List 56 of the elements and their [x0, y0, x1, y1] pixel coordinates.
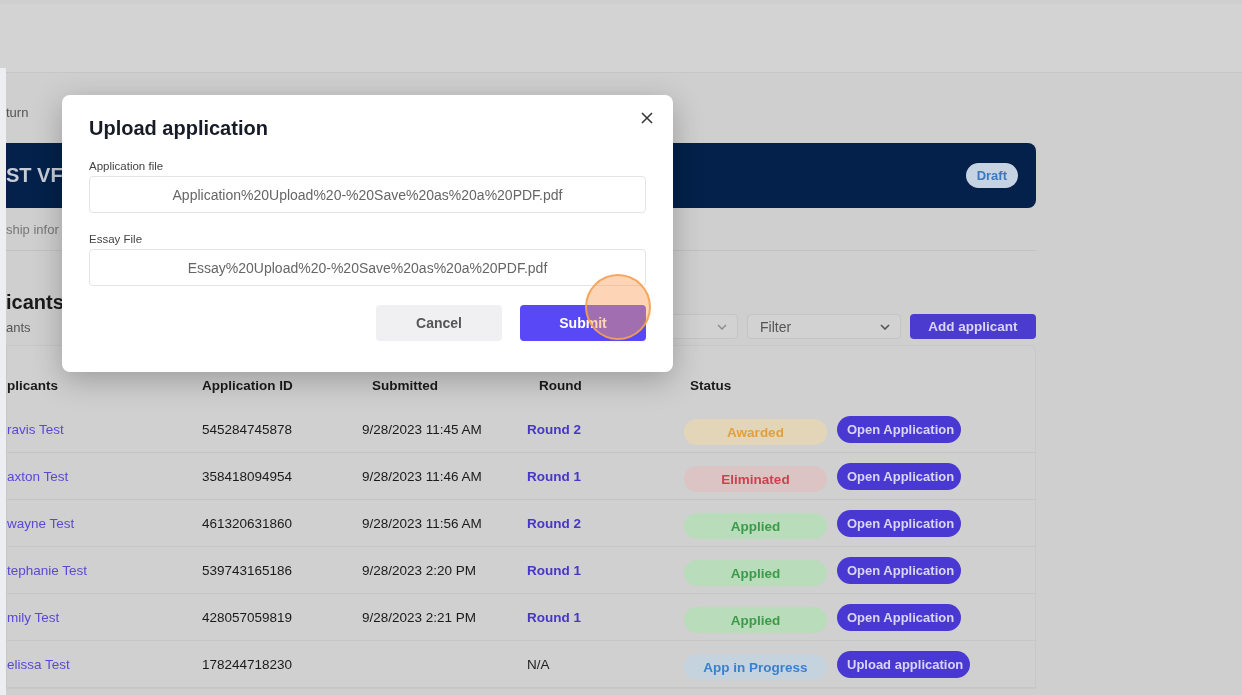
section-title: icants: [6, 291, 64, 314]
round-link[interactable]: Round 2: [527, 421, 581, 437]
dialog-title: Upload application: [89, 117, 269, 140]
close-icon[interactable]: [641, 112, 653, 124]
applicant-link[interactable]: axton Test: [7, 468, 202, 484]
table-cell-text: 428057059819: [202, 609, 294, 625]
round-link[interactable]: Round 1: [527, 609, 581, 625]
cancel-button[interactable]: Cancel: [376, 305, 502, 341]
column-header: Status: [689, 378, 732, 393]
add-applicant-button[interactable]: Add applicant: [910, 314, 1036, 339]
status-badge: Applied: [684, 607, 827, 633]
table-cell-text: 461320631860: [202, 515, 294, 531]
status-badge: Applied: [684, 560, 827, 586]
applicant-link[interactable]: wayne Test: [7, 515, 202, 531]
chevron-icon: [717, 323, 727, 330]
row-action-button[interactable]: Open Application: [837, 603, 962, 631]
table-cell-text: 545284745878: [202, 421, 294, 437]
round-link[interactable]: Round 2: [527, 515, 581, 531]
draft-badge: Draft: [965, 163, 1018, 188]
table-cell: N/A: [527, 656, 550, 672]
program-title: ST VF: [6, 164, 63, 187]
row-action-button[interactable]: Open Application: [837, 462, 962, 490]
status-badge: App in Progress: [684, 654, 827, 680]
column-header: Submitted: [371, 378, 439, 393]
table-cell: 9/28/2023 2:20 PM: [362, 562, 477, 578]
applicant-link[interactable]: elissa Test: [7, 656, 202, 672]
column-header: Application ID: [202, 378, 294, 393]
status-badge: Eliminated: [684, 466, 827, 492]
row-action-button[interactable]: Open Application: [837, 509, 962, 537]
table-cell: 9/28/2023 2:21 PM: [362, 609, 477, 625]
table-cell: 9/28/2023 11:46 AM: [362, 468, 482, 484]
table-cell: 9/28/2023 11:45 AM: [362, 421, 482, 437]
file-field[interactable]: Essay%20Upload%20-%20Save%20as%20a%20PDF.pdf: [89, 249, 646, 286]
table-cell: 9/28/2023 11:56 AM: [362, 515, 482, 531]
applicant-link[interactable]: ravis Test: [7, 421, 202, 437]
chevron-icon: [880, 323, 890, 330]
field-label: Essay File: [89, 233, 144, 245]
table-cell-text: 178244718230: [202, 656, 294, 672]
field-label: Application file: [89, 160, 165, 172]
section-subtitle: ants: [6, 320, 32, 335]
table-cell-text: 539743165186: [202, 562, 294, 578]
row-action-button[interactable]: Upload application: [837, 650, 971, 678]
table-cell-text: 358418094954: [202, 468, 294, 484]
row-action-button[interactable]: Open Application: [837, 415, 962, 443]
applicant-link[interactable]: tephanie Test: [7, 562, 202, 578]
round-link[interactable]: Round 1: [527, 468, 581, 484]
column-header: plicants: [7, 378, 59, 393]
column-header: Round: [538, 378, 583, 393]
row-action-button[interactable]: Open Application: [837, 556, 962, 584]
round-link[interactable]: Round 1: [527, 562, 581, 578]
info-tab[interactable]: ship infor: [6, 221, 59, 237]
file-field[interactable]: Application%20Upload%20-%20Save%20as%20a%20PDF.pdf: [89, 176, 646, 213]
filter-select[interactable]: Filter: [747, 314, 901, 339]
applicant-link[interactable]: mily Test: [7, 609, 202, 625]
status-badge: Awarded: [684, 419, 827, 445]
status-badge: Applied: [684, 513, 827, 539]
